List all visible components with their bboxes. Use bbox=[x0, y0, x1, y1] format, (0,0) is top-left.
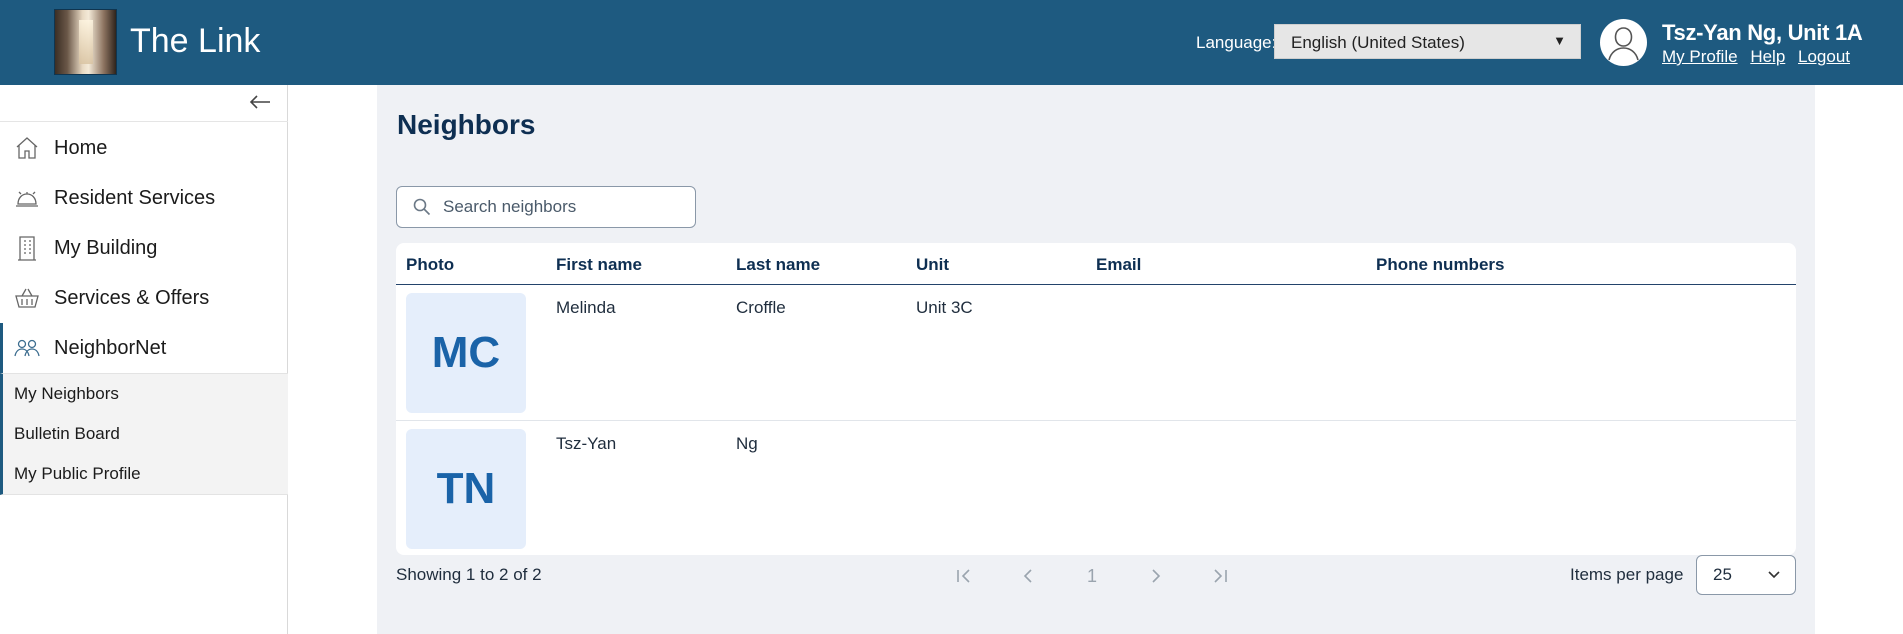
table-row[interactable]: TN Tsz-Yan Ng bbox=[396, 421, 1796, 555]
language-select-value: English (United States) bbox=[1291, 33, 1465, 52]
current-page[interactable]: 1 bbox=[1060, 563, 1124, 589]
user-avatar[interactable] bbox=[1600, 19, 1647, 66]
last-page-icon bbox=[1214, 569, 1227, 583]
main-content: Neighbors Photo First name Last name Uni… bbox=[377, 85, 1815, 634]
sidebar-divider bbox=[0, 121, 288, 122]
items-per-page-select[interactable]: 25 bbox=[1696, 555, 1796, 595]
submenu-item-my-neighbors[interactable]: My Neighbors bbox=[3, 374, 288, 414]
language-select[interactable]: English (United States) ▼ bbox=[1274, 24, 1581, 59]
search-input[interactable] bbox=[443, 197, 683, 217]
sidebar-item-label: Resident Services bbox=[54, 186, 216, 209]
cell-first-name: Tsz-Yan bbox=[556, 434, 617, 453]
submenu-item-my-public-profile[interactable]: My Public Profile bbox=[3, 454, 288, 494]
user-links: My Profile Help Logout bbox=[1662, 47, 1858, 67]
chevron-right-icon bbox=[1152, 569, 1161, 583]
first-page-button[interactable] bbox=[932, 563, 996, 589]
help-link[interactable]: Help bbox=[1750, 47, 1785, 66]
column-header-first-name[interactable]: First name bbox=[556, 255, 642, 275]
neighbors-table: Photo First name Last name Unit Email Ph… bbox=[396, 243, 1796, 555]
building-icon bbox=[14, 235, 40, 261]
neighbor-avatar: MC bbox=[406, 293, 526, 413]
neighbor-avatar: TN bbox=[406, 429, 526, 549]
basket-icon bbox=[14, 285, 40, 311]
column-header-email[interactable]: Email bbox=[1096, 255, 1141, 275]
user-silhouette-icon bbox=[1601, 20, 1646, 65]
column-header-phone-numbers[interactable]: Phone numbers bbox=[1376, 255, 1504, 275]
pagination-summary: Showing 1 to 2 of 2 bbox=[396, 565, 542, 584]
language-label: Language: bbox=[1196, 33, 1277, 52]
sidebar-item-resident-services[interactable]: Resident Services bbox=[0, 173, 288, 223]
cell-last-name: Croffle bbox=[736, 298, 786, 317]
bell-icon bbox=[14, 185, 40, 211]
sidebar-item-home[interactable]: Home bbox=[0, 123, 288, 173]
arrow-left-icon bbox=[249, 95, 270, 109]
sidebar: Home Resident Services My Building Servi… bbox=[0, 85, 288, 634]
collapse-sidebar-button[interactable] bbox=[247, 93, 273, 113]
last-page-button[interactable] bbox=[1188, 563, 1252, 589]
my-profile-link[interactable]: My Profile bbox=[1662, 47, 1738, 66]
pagination: 1 bbox=[932, 563, 1252, 589]
sidebar-item-label: Services & Offers bbox=[54, 286, 210, 309]
items-per-page-value: 25 bbox=[1713, 565, 1732, 584]
sidebar-item-services-offers[interactable]: Services & Offers bbox=[0, 273, 288, 323]
chevron-left-icon bbox=[1023, 569, 1032, 583]
table-row[interactable]: MC Melinda Croffle Unit 3C bbox=[396, 285, 1796, 421]
people-icon bbox=[14, 335, 40, 361]
logout-link[interactable]: Logout bbox=[1798, 47, 1850, 66]
sidebar-nav: Home Resident Services My Building Servi… bbox=[0, 123, 288, 495]
top-header: The Link Language: English (United State… bbox=[0, 0, 1903, 85]
column-header-photo[interactable]: Photo bbox=[406, 255, 454, 275]
column-header-unit[interactable]: Unit bbox=[916, 255, 949, 275]
previous-page-button[interactable] bbox=[996, 563, 1060, 589]
search-box[interactable] bbox=[396, 186, 696, 228]
cell-unit: Unit 3C bbox=[916, 298, 973, 317]
search-icon bbox=[413, 198, 431, 216]
sidebar-item-neighbornet[interactable]: NeighborNet bbox=[0, 323, 288, 373]
cell-first-name: Melinda bbox=[556, 298, 616, 317]
brand-title[interactable]: The Link bbox=[130, 22, 260, 61]
items-per-page-label: Items per page bbox=[1570, 565, 1684, 584]
submenu-item-bulletin-board[interactable]: Bulletin Board bbox=[3, 414, 288, 454]
sidebar-item-label: Home bbox=[54, 136, 108, 159]
page-title: Neighbors bbox=[397, 109, 536, 140]
user-name: Tsz-Yan Ng, Unit 1A bbox=[1662, 20, 1863, 45]
sidebar-item-label: NeighborNet bbox=[54, 336, 167, 359]
table-header: Photo First name Last name Unit Email Ph… bbox=[396, 243, 1796, 285]
logo[interactable] bbox=[54, 9, 117, 75]
sidebar-item-label: My Building bbox=[54, 236, 158, 259]
next-page-button[interactable] bbox=[1124, 563, 1188, 589]
cell-last-name: Ng bbox=[736, 434, 758, 453]
chevron-down-icon bbox=[1768, 571, 1780, 579]
sidebar-item-my-building[interactable]: My Building bbox=[0, 223, 288, 273]
column-header-last-name[interactable]: Last name bbox=[736, 255, 820, 275]
first-page-icon bbox=[957, 569, 970, 583]
neighbornet-submenu: My Neighbors Bulletin Board My Public Pr… bbox=[0, 373, 288, 495]
home-icon bbox=[14, 135, 40, 161]
caret-down-icon: ▼ bbox=[1553, 33, 1566, 48]
